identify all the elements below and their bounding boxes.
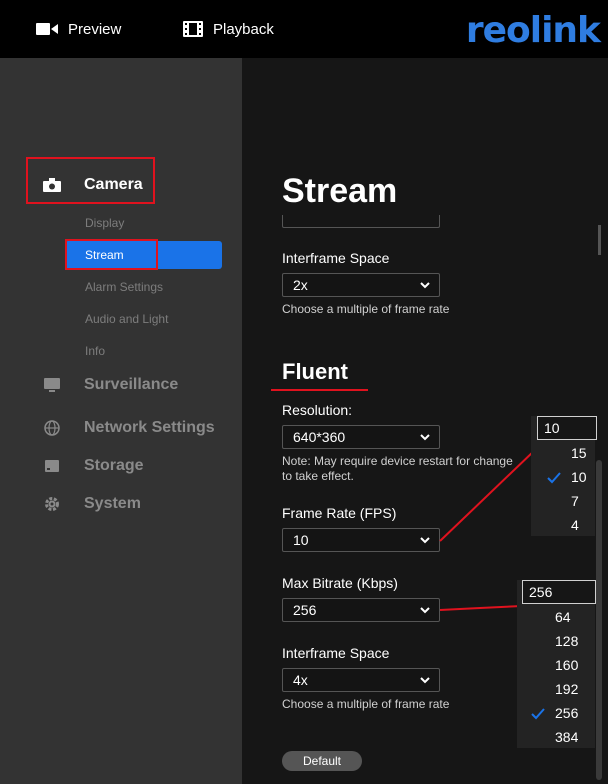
bitrate-option-256[interactable]: 256 <box>555 705 578 721</box>
app-window: Preview Playback reolink Camera Display … <box>0 0 608 784</box>
bitrate-option-192[interactable]: 192 <box>555 681 578 697</box>
bitrate-dropdown-current[interactable]: 256 <box>522 580 596 604</box>
annotation-line-framerate <box>439 449 536 542</box>
bitrate-option-384[interactable]: 384 <box>555 729 578 745</box>
framerate-dropdown: 10 15 10 7 4 <box>531 416 597 536</box>
annotation-line-bitrate <box>439 605 523 611</box>
bitrate-option-64[interactable]: 64 <box>555 609 571 625</box>
framerate-option-4[interactable]: 4 <box>571 517 579 533</box>
bitrate-option-128[interactable]: 128 <box>555 633 578 649</box>
bitrate-dropdown: 256 64 128 160 192 256 384 <box>517 580 596 748</box>
framerate-option-15[interactable]: 15 <box>571 445 587 461</box>
bitrate-option-160[interactable]: 160 <box>555 657 578 673</box>
framerate-dropdown-current[interactable]: 10 <box>537 416 597 440</box>
framerate-option-10[interactable]: 10 <box>571 469 587 485</box>
framerate-option-7[interactable]: 7 <box>571 493 579 509</box>
checkmark-icon <box>547 471 561 489</box>
checkmark-icon <box>531 707 545 725</box>
